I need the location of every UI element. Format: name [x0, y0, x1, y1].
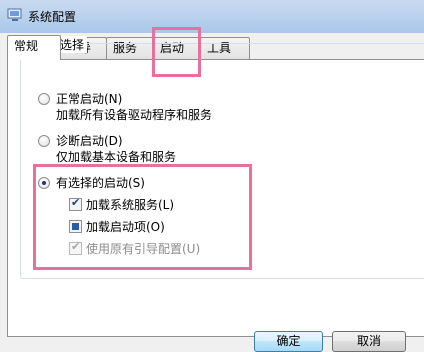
load-system-services-checkbox[interactable]	[69, 196, 82, 211]
normal-startup-label[interactable]: 正常启动(N)	[56, 90, 122, 107]
load-startup-items-label[interactable]: 加载启动项(O)	[86, 218, 165, 235]
window-title: 系统配置	[28, 10, 77, 24]
selective-startup-radio[interactable]	[38, 177, 50, 189]
load-startup-items-checkbox[interactable]	[69, 220, 82, 233]
normal-startup-radio[interactable]	[38, 93, 50, 105]
diagnostic-startup-description: 仅加载基本设备和服务	[56, 150, 177, 164]
title-bar: 系统配置	[0, 0, 424, 33]
load-system-services-label[interactable]: 加载系统服务(L)	[86, 196, 174, 213]
use-original-boot-config-checkbox	[69, 240, 82, 255]
normal-startup-description: 加载所有设备驱动程序和服务	[56, 108, 213, 122]
tab-general[interactable]: 常规	[7, 35, 61, 60]
diagnostic-startup-radio[interactable]	[38, 135, 50, 147]
selective-startup-label[interactable]: 有选择的启动(S)	[56, 174, 145, 191]
cancel-button[interactable]: 取消	[332, 331, 406, 352]
ok-button[interactable]: 确定	[254, 331, 323, 352]
system-config-icon	[7, 8, 22, 21]
diagnostic-startup-label[interactable]: 诊断启动(D)	[56, 132, 123, 149]
use-original-boot-config-label: 使用原有引导配置(U)	[86, 242, 201, 256]
